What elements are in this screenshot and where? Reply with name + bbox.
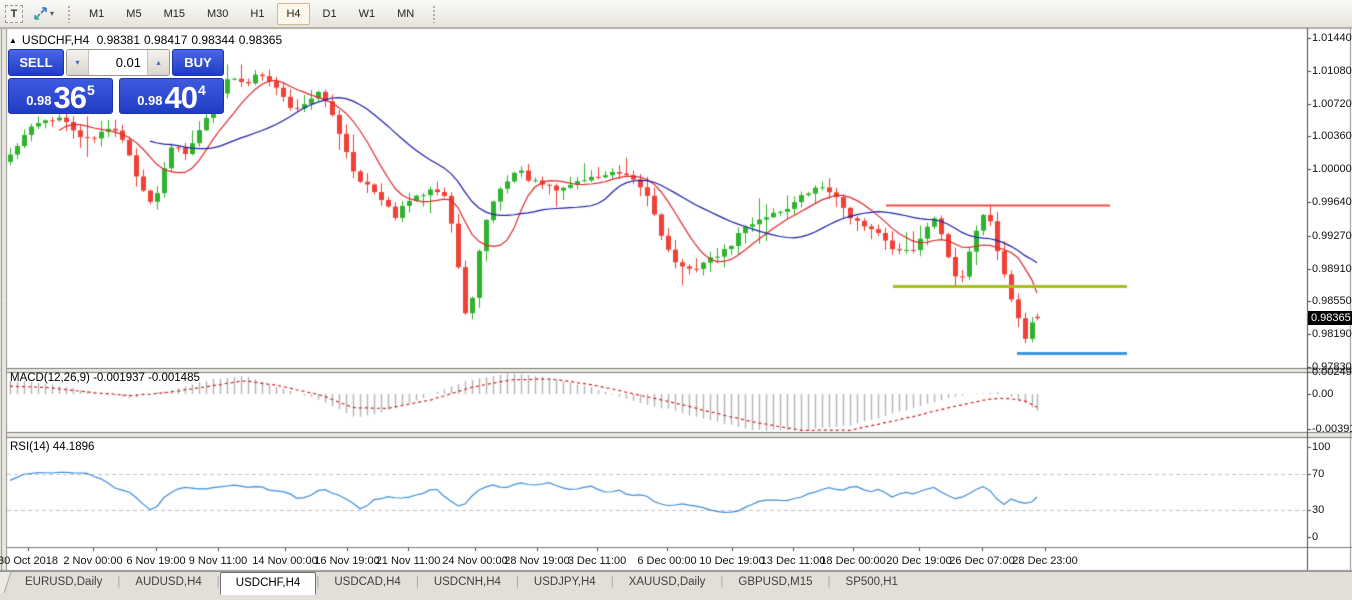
volume-input[interactable]: [89, 50, 147, 75]
tabs-container: EURUSD,Daily|AUDUSD,H4|USDCHF,H4|USDCAD,…: [10, 572, 913, 595]
toolbar-grip: [67, 5, 71, 23]
macd-axis-label: -0.003913: [1312, 423, 1352, 435]
rsi-label: RSI(14) 44.1896: [10, 441, 94, 453]
rsi-axis-label: 0: [1312, 531, 1318, 543]
volume-box: ▾ ▴: [66, 49, 170, 76]
time-axis-label: 21 Nov 11:00: [376, 555, 441, 567]
tab-gbpusd-m15[interactable]: GBPUSD,M15: [723, 572, 827, 595]
mt4-window: T ▾ M1M5M15M30H1H4D1W1MN ▲ USDCHF,H4 0.98…: [0, 0, 1352, 600]
time-axis-label: 24 Nov 00:00: [442, 555, 507, 567]
ohlc-low: 0.98344: [191, 33, 234, 47]
rsi-axis-label: 30: [1312, 504, 1324, 516]
timeframe-d1[interactable]: D1: [314, 3, 346, 25]
timeframe-mn[interactable]: MN: [388, 3, 423, 25]
timeframe-m5[interactable]: M5: [117, 3, 150, 25]
buy-price-point: 4: [198, 82, 206, 98]
price-axis-label: 1.00720: [1312, 98, 1352, 110]
time-axis-label: 9 Nov 11:00: [189, 555, 248, 567]
time-axis-label: 30 Oct 2018: [0, 555, 58, 567]
tab-sp500-h1[interactable]: SP500,H1: [831, 572, 913, 595]
time-axis-label: 13 Dec 11:00: [761, 555, 826, 567]
tab-usdcad-h4[interactable]: USDCAD,H4: [319, 572, 415, 595]
chevron-down-icon[interactable]: ▾: [50, 9, 54, 18]
ohlc-close: 0.98365: [239, 33, 282, 47]
price-axis-label: 0.99270: [1312, 230, 1352, 242]
tabs-bar: EURUSD,Daily|AUDUSD,H4|USDCHF,H4|USDCAD,…: [0, 571, 1352, 600]
toolbar-grip: [432, 5, 436, 23]
rsi-axis-label: 70: [1312, 468, 1324, 480]
volume-decrease-button[interactable]: ▾: [67, 50, 89, 75]
ohlc-high: 0.98417: [144, 33, 187, 47]
current-price-badge: 0.98365: [1308, 311, 1352, 325]
price-axis-label: 1.01440: [1312, 32, 1352, 44]
macd-label: MACD(12,26,9) -0.001937 -0.001485: [10, 372, 200, 384]
price-axis-label: 1.00360: [1312, 130, 1352, 142]
tab-xauusd-daily[interactable]: XAUUSD,Daily: [614, 572, 721, 595]
text-tool-glyph: T: [11, 8, 18, 20]
collapse-triangle-icon[interactable]: ▲: [9, 36, 17, 45]
macd-axis-label: 0.00: [1312, 388, 1333, 400]
volume-increase-button[interactable]: ▴: [147, 50, 169, 75]
price-axis-label: 0.98550: [1312, 295, 1352, 307]
sell-price-pips: 36: [54, 83, 86, 112]
text-label-tool-icon[interactable]: T: [5, 5, 23, 23]
tab-usdchf-h4[interactable]: USDCHF,H4: [220, 572, 317, 595]
time-axis-label: 18 Dec 00:00: [820, 555, 885, 567]
time-axis-label: 28 Nov 19:00: [504, 555, 569, 567]
time-axis-label: 14 Nov 00:00: [252, 555, 317, 567]
buy-price-button[interactable]: 0.98 40 4: [119, 78, 224, 114]
timeframe-w1[interactable]: W1: [350, 3, 385, 25]
toolbar: T ▾ M1M5M15M30H1H4D1W1MN: [0, 0, 1352, 28]
buy-price-base: 0.98: [137, 93, 162, 108]
macd-axis-label: 0.002492: [1312, 366, 1352, 378]
one-click-trading-panel: SELL ▾ ▴ BUY 0.98 36 5 0.98 40 4: [8, 49, 224, 114]
time-axis-label: 10 Dec 19:00: [699, 555, 764, 567]
buy-button[interactable]: BUY: [172, 49, 224, 76]
cursor-arrows-icon[interactable]: [31, 5, 49, 23]
sell-price-button[interactable]: 0.98 36 5: [8, 78, 113, 114]
rsi-axis-label: 100: [1312, 441, 1330, 453]
timeframe-m1[interactable]: M1: [80, 3, 113, 25]
time-axis-label: 28 Dec 23:00: [1012, 555, 1077, 567]
timeframe-group: M1M5M15M30H1H4D1W1MN: [78, 3, 425, 25]
tab-audusd-h4[interactable]: AUDUSD,H4: [120, 572, 216, 595]
time-axis-label: 6 Dec 00:00: [637, 555, 696, 567]
chart-ohlc-header: ▲ USDCHF,H4 0.98381 0.98417 0.98344 0.98365: [9, 33, 286, 47]
time-axis-label: 20 Dec 19:00: [886, 555, 951, 567]
tab-usdjpy-h4[interactable]: USDJPY,H4: [519, 572, 611, 595]
time-axis-label: 26 Dec 07:00: [949, 555, 1014, 567]
time-axis-label: 2 Nov 00:00: [63, 555, 122, 567]
timeframe-m30[interactable]: M30: [198, 3, 237, 25]
time-axis-label: 3 Dec 11:00: [568, 555, 627, 567]
chart-symbol-title: USDCHF,H4: [22, 33, 89, 47]
price-axis-label: 1.01080: [1312, 65, 1352, 77]
tab-usdcnh-h4[interactable]: USDCNH,H4: [419, 572, 516, 595]
time-axis-label: 16 Nov 19:00: [314, 555, 379, 567]
sell-button[interactable]: SELL: [8, 49, 64, 76]
tab-eurusd-daily[interactable]: EURUSD,Daily: [10, 572, 117, 595]
price-axis-label: 0.99640: [1312, 196, 1352, 208]
price-axis-label: 1.00000: [1312, 163, 1352, 175]
timeframe-m15[interactable]: M15: [155, 3, 194, 25]
sell-price-point: 5: [87, 82, 95, 98]
price-axis-label: 0.98190: [1312, 328, 1352, 340]
timeframe-h4[interactable]: H4: [277, 3, 309, 25]
sell-price-base: 0.98: [26, 93, 51, 108]
price-axis-label: 0.98910: [1312, 263, 1352, 275]
buy-price-pips: 40: [165, 83, 197, 112]
time-axis-label: 6 Nov 19:00: [126, 555, 185, 567]
timeframe-h1[interactable]: H1: [241, 3, 273, 25]
ohlc-open: 0.98381: [97, 33, 140, 47]
